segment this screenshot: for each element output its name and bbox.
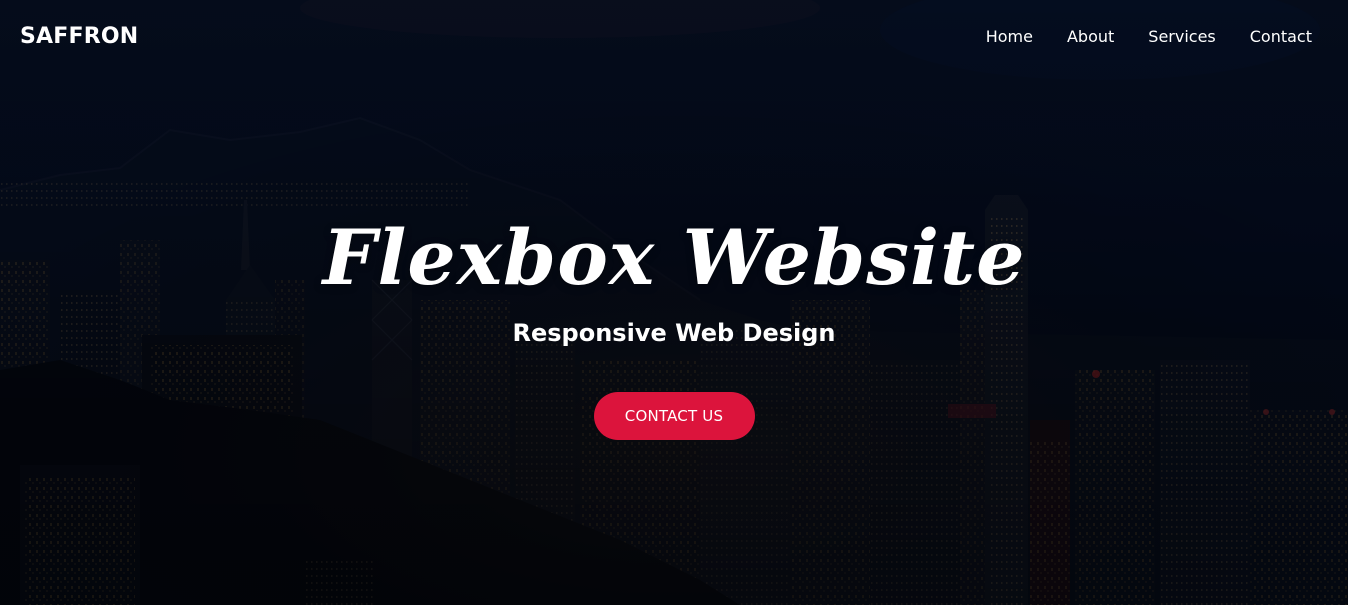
nav-link-about[interactable]: About [1067, 26, 1114, 48]
hero-title: Flexbox Website [322, 213, 1026, 302]
nav-item-contact: Contact [1250, 26, 1312, 48]
nav-item-services: Services [1148, 26, 1215, 48]
navbar: SAFFRON Home About Services Contact [0, 0, 1348, 76]
hero-subtitle: Responsive Web Design [512, 319, 836, 347]
nav-menu: Home About Services Contact [986, 26, 1312, 48]
contact-us-button[interactable]: CONTACT US [593, 392, 755, 440]
nav-link-contact[interactable]: Contact [1250, 26, 1312, 48]
hero-section: SAFFRON Home About Services Contact Flex… [0, 0, 1348, 605]
brand-logo[interactable]: SAFFRON [20, 23, 138, 51]
nav-item-about: About [1067, 26, 1114, 48]
nav-link-home[interactable]: Home [986, 26, 1033, 48]
nav-link-services[interactable]: Services [1148, 26, 1215, 48]
nav-item-home: Home [986, 26, 1033, 48]
hero-content: Flexbox Website Responsive Web Design CO… [0, 208, 1348, 440]
